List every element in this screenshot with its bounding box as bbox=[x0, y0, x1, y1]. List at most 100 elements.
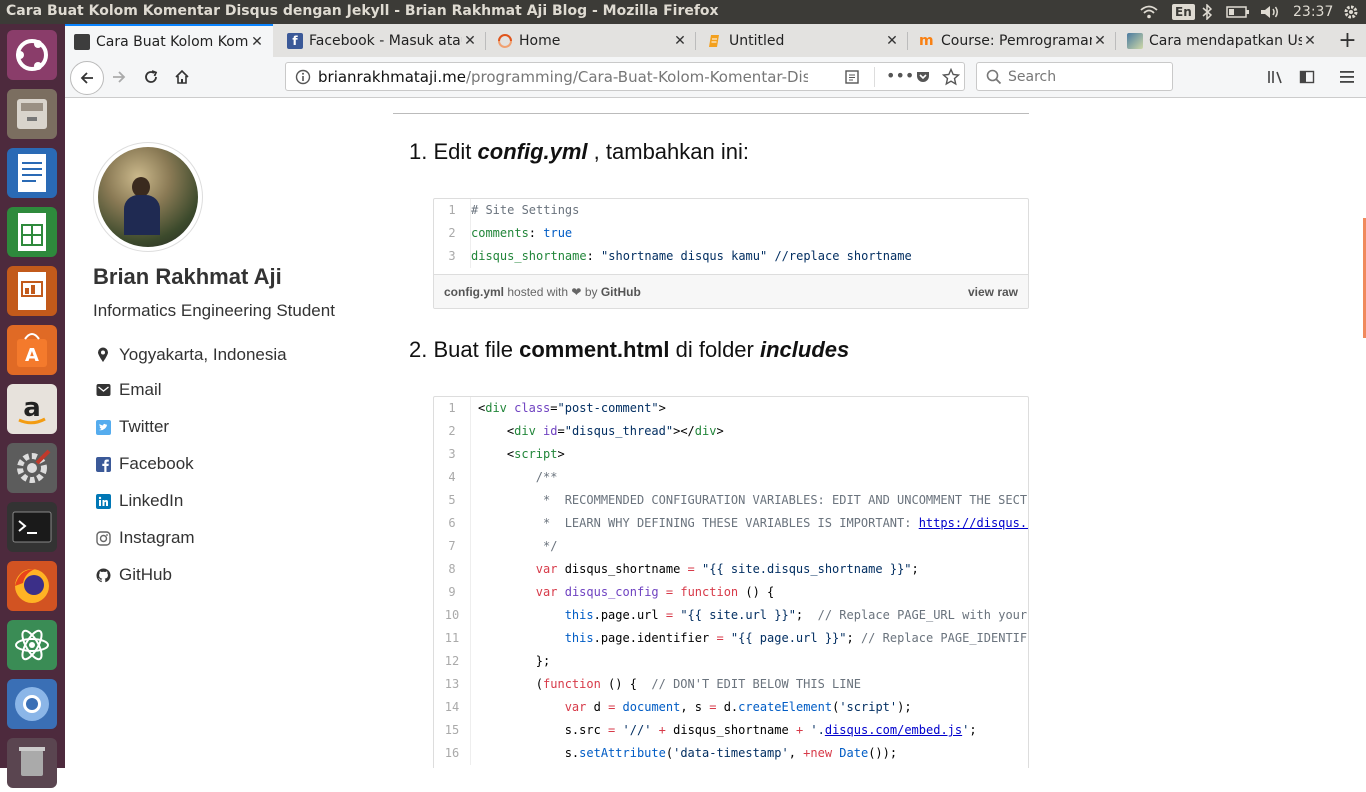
tab-cara-mendapatkan[interactable]: Cara mendapatkan Us ✕ bbox=[1118, 24, 1326, 57]
view-raw-link[interactable]: view raw bbox=[968, 285, 1018, 299]
home-button[interactable] bbox=[168, 63, 196, 91]
facebook-favicon-icon: f bbox=[287, 32, 303, 49]
facebook-icon bbox=[95, 456, 111, 472]
tab-course-pemrograman[interactable]: m Course: Pemrograman ✕ bbox=[910, 24, 1116, 57]
code-line: 9 var disqus_config = function () { bbox=[434, 581, 1028, 604]
email-link[interactable]: Email bbox=[95, 380, 162, 400]
close-tab-icon[interactable]: ✕ bbox=[1092, 33, 1108, 49]
url-text[interactable]: brianrakhmataji.me/programming/Cara-Buat… bbox=[318, 68, 808, 86]
github-icon bbox=[95, 567, 111, 583]
instagram-icon bbox=[95, 530, 111, 546]
system-top-bar: Cara Buat Kolom Komentar Disqus dengan J… bbox=[0, 0, 1366, 24]
ubuntu-software-icon[interactable]: A bbox=[7, 325, 57, 375]
url-bar[interactable]: brianrakhmataji.me/programming/Cara-Buat… bbox=[285, 62, 965, 91]
moodle-favicon-icon: m bbox=[919, 32, 934, 49]
close-tab-icon[interactable]: ✕ bbox=[884, 33, 900, 49]
divider bbox=[393, 113, 1029, 114]
code-line: 2 comments: true bbox=[434, 222, 1028, 245]
libreoffice-calc-icon[interactable] bbox=[7, 207, 57, 257]
wifi-icon[interactable] bbox=[1140, 0, 1158, 24]
search-bar[interactable]: Search bbox=[976, 62, 1173, 91]
close-tab-icon[interactable]: ✕ bbox=[1302, 33, 1318, 49]
code-line: 1 <div class="post-comment"> bbox=[434, 397, 1028, 420]
close-tab-icon[interactable]: ✕ bbox=[249, 34, 265, 50]
clock[interactable]: 23:37 bbox=[1293, 0, 1333, 24]
chromium-icon[interactable] bbox=[7, 679, 57, 729]
profile-photo bbox=[98, 147, 198, 247]
amazon-icon[interactable]: a bbox=[7, 384, 57, 434]
close-tab-icon[interactable]: ✕ bbox=[462, 33, 478, 49]
code-line: 8 var disqus_shortname = "{{ site.disqus… bbox=[434, 558, 1028, 581]
firefox-icon[interactable] bbox=[7, 561, 57, 611]
step-1-heading: 1. Edit config.yml , tambahkan ini: bbox=[409, 139, 749, 164]
linkedin-icon bbox=[95, 493, 111, 509]
ubuntu-dash-icon[interactable] bbox=[7, 30, 57, 80]
tab-untitled[interactable]: Untitled ✕ bbox=[698, 24, 908, 57]
site-info-icon[interactable] bbox=[295, 69, 311, 89]
forward-button[interactable] bbox=[105, 63, 133, 91]
loading-favicon-icon bbox=[497, 33, 513, 49]
trash-icon[interactable] bbox=[7, 738, 57, 788]
libreoffice-writer-icon[interactable] bbox=[7, 148, 57, 198]
browser-tab-bar: Cara Buat Kolom Kome ✕ f Facebook - Masu… bbox=[65, 24, 1366, 57]
back-button[interactable] bbox=[70, 61, 104, 95]
facebook-link[interactable]: Facebook bbox=[95, 454, 194, 474]
tab-home[interactable]: Home ✕ bbox=[488, 24, 696, 57]
code-line: 3 <script> bbox=[434, 443, 1028, 466]
code-line: 1 # Site Settings bbox=[434, 199, 1028, 222]
tab-facebook[interactable]: f Facebook - Masuk atau ✕ bbox=[278, 24, 486, 57]
blog-favicon-icon bbox=[74, 33, 90, 50]
step-2-heading: 2. Buat file comment.html di folder incl… bbox=[409, 337, 850, 362]
libreoffice-impress-icon[interactable] bbox=[7, 266, 57, 316]
code-line: 7 */ bbox=[434, 535, 1028, 558]
svg-text:a: a bbox=[23, 393, 41, 423]
avatar bbox=[93, 142, 203, 252]
svg-text:A: A bbox=[25, 345, 39, 366]
reload-button[interactable] bbox=[137, 63, 165, 91]
search-icon bbox=[986, 69, 1002, 89]
unity-launcher: A a bbox=[0, 24, 65, 788]
new-tab-button[interactable]: + bbox=[1329, 24, 1366, 57]
atom-icon[interactable] bbox=[7, 620, 57, 670]
code-line: 13 (function () { // DON'T EDIT BELOW TH… bbox=[434, 673, 1028, 696]
gist-meta: config.yml hosted with ❤ by GitHub view … bbox=[434, 274, 1028, 308]
terminal-icon[interactable] bbox=[7, 502, 57, 552]
twitter-icon bbox=[95, 419, 111, 435]
reader-view-icon[interactable] bbox=[844, 69, 860, 89]
system-menu-gear-icon[interactable] bbox=[1343, 0, 1359, 24]
location: Yogyakarta, Indonesia bbox=[95, 345, 287, 365]
document-favicon-icon bbox=[707, 33, 723, 49]
close-tab-icon[interactable]: ✕ bbox=[672, 33, 688, 49]
code-line: 6 * LEARN WHY DEFINING THESE VARIABLES I… bbox=[434, 512, 1028, 535]
volume-icon[interactable] bbox=[1260, 0, 1280, 24]
gist-filename-link[interactable]: config.yml bbox=[444, 285, 504, 299]
library-icon[interactable] bbox=[1262, 63, 1290, 91]
linkedin-link[interactable]: LinkedIn bbox=[95, 491, 183, 511]
code-line: 12 }; bbox=[434, 650, 1028, 673]
code-line: 2 <div id="disqus_thread"></div> bbox=[434, 420, 1028, 443]
window-title: Cara Buat Kolom Komentar Disqus dengan J… bbox=[6, 3, 719, 19]
code-line: 4 /** bbox=[434, 466, 1028, 489]
keyboard-layout-indicator[interactable]: En bbox=[1172, 0, 1195, 24]
author-role: Informatics Engineering Student bbox=[93, 301, 335, 320]
tab-cara-buat-kolom[interactable]: Cara Buat Kolom Kome ✕ bbox=[65, 24, 273, 57]
search-placeholder: Search bbox=[1008, 69, 1057, 85]
github-link[interactable]: GitHub bbox=[601, 285, 641, 299]
code-line: 5 * RECOMMENDED CONFIGURATION VARIABLES:… bbox=[434, 489, 1028, 512]
bookmark-star-icon[interactable] bbox=[941, 67, 961, 90]
hamburger-menu-icon[interactable] bbox=[1333, 63, 1361, 91]
files-icon[interactable] bbox=[7, 89, 57, 139]
sidebar-toggle-icon[interactable] bbox=[1293, 63, 1321, 91]
github-link[interactable]: GitHub bbox=[95, 565, 172, 585]
system-settings-icon[interactable] bbox=[7, 443, 57, 493]
code-line: 3 disqus_shortname: "shortname disqus kam… bbox=[434, 245, 1028, 268]
bluetooth-icon[interactable] bbox=[1202, 0, 1212, 24]
twitter-link[interactable]: Twitter bbox=[95, 417, 169, 437]
gist-config-yml: 1 # Site Settings 2 comments: true 3 disqus… bbox=[433, 198, 1029, 309]
pocket-icon[interactable] bbox=[915, 69, 931, 89]
battery-icon[interactable] bbox=[1226, 0, 1250, 24]
instagram-link[interactable]: Instagram bbox=[95, 528, 195, 548]
code-line: 15 s.src = '//' + disqus_shortname + '.d… bbox=[434, 719, 1028, 742]
navigation-toolbar: brianrakhmataji.me/programming/Cara-Buat… bbox=[65, 57, 1366, 98]
page-actions-icon[interactable]: ••• bbox=[886, 68, 914, 84]
